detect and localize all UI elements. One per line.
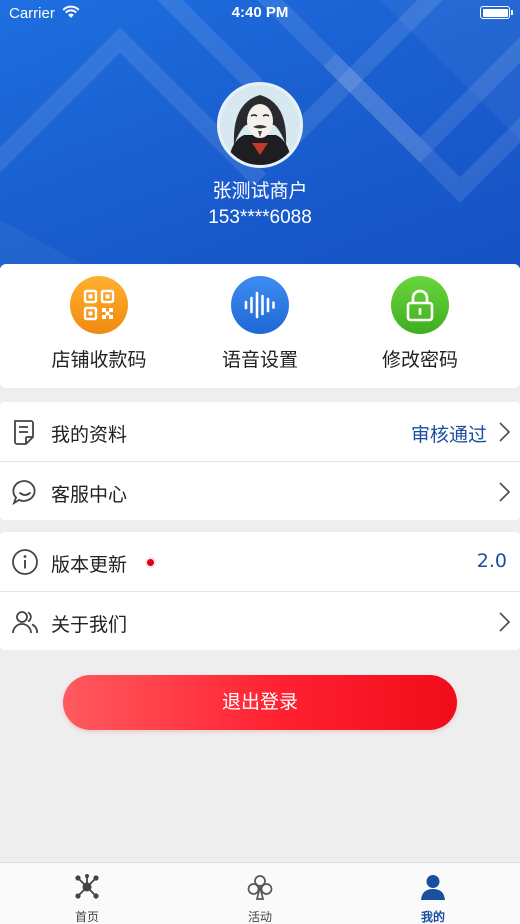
- menu-row-customer-service[interactable]: 客服中心: [0, 461, 520, 520]
- hooded-mask-avatar-icon: [220, 85, 300, 165]
- battery-icon: [480, 6, 513, 19]
- person-icon: [421, 875, 445, 900]
- menu-row-label: 客服中心: [51, 484, 128, 506]
- quick-action-voice-settings[interactable]: 语音设置: [190, 276, 330, 372]
- profile-header: Carrier 4:40 PM 张测试商户 153****6088: [0, 0, 520, 268]
- quick-actions-card: 店铺收款码 语音设置 修改密码: [0, 264, 520, 388]
- menu-row-label: 版本更新: [51, 554, 128, 576]
- menu-row-label: 我的资料: [51, 424, 128, 446]
- merchant-phone: 153****6088: [208, 207, 312, 228]
- bottom-tab-bar: 首页 活动 我的: [0, 862, 520, 924]
- menu-row-my-profile[interactable]: 我的资料 审核通过: [0, 402, 520, 461]
- quick-action-change-password[interactable]: 修改密码: [350, 276, 490, 372]
- chat-bubble-icon: [12, 480, 36, 506]
- tab-label: 活动: [247, 910, 272, 924]
- quick-action-label: 修改密码: [381, 349, 458, 371]
- qr-code-icon: [70, 276, 128, 334]
- menu-group-app: 版本更新 2.0 关于我们: [0, 532, 520, 650]
- voice-wave-icon: [231, 276, 289, 334]
- version-number: 2.0: [476, 550, 507, 572]
- chevron-right-icon: [499, 612, 511, 632]
- tab-label: 我的: [420, 910, 445, 924]
- logout-button[interactable]: 退出登录: [63, 675, 457, 730]
- info-icon: [12, 549, 38, 575]
- tab-home[interactable]: 首页: [27, 863, 147, 924]
- menu-row-version-update[interactable]: 版本更新 2.0: [0, 532, 520, 591]
- chevron-right-icon: [499, 422, 511, 442]
- menu-row-about-us[interactable]: 关于我们: [0, 591, 520, 650]
- document-icon: [14, 420, 34, 445]
- club-icon: [247, 875, 273, 900]
- hub-icon: [75, 874, 99, 899]
- chevron-right-icon: [499, 482, 511, 502]
- status-bar: Carrier 4:40 PM: [0, 0, 520, 26]
- users-icon: [12, 611, 38, 634]
- merchant-name: 张测试商户: [212, 180, 308, 202]
- menu-group-account: 我的资料 审核通过 客服中心: [0, 402, 520, 520]
- quick-action-label: 语音设置: [221, 349, 298, 371]
- quick-action-store-qr[interactable]: 店铺收款码: [29, 276, 169, 372]
- quick-action-label: 店铺收款码: [51, 349, 147, 371]
- status-time: 4:40 PM: [231, 4, 289, 21]
- tab-activity[interactable]: 活动: [200, 863, 320, 924]
- menu-row-label: 关于我们: [51, 614, 128, 636]
- review-status: 审核通过: [410, 424, 487, 446]
- tab-mine[interactable]: 我的: [373, 863, 493, 924]
- lock-icon: [391, 276, 449, 334]
- avatar[interactable]: [217, 82, 303, 168]
- tab-label: 首页: [74, 910, 99, 924]
- update-badge-dot: [147, 559, 154, 566]
